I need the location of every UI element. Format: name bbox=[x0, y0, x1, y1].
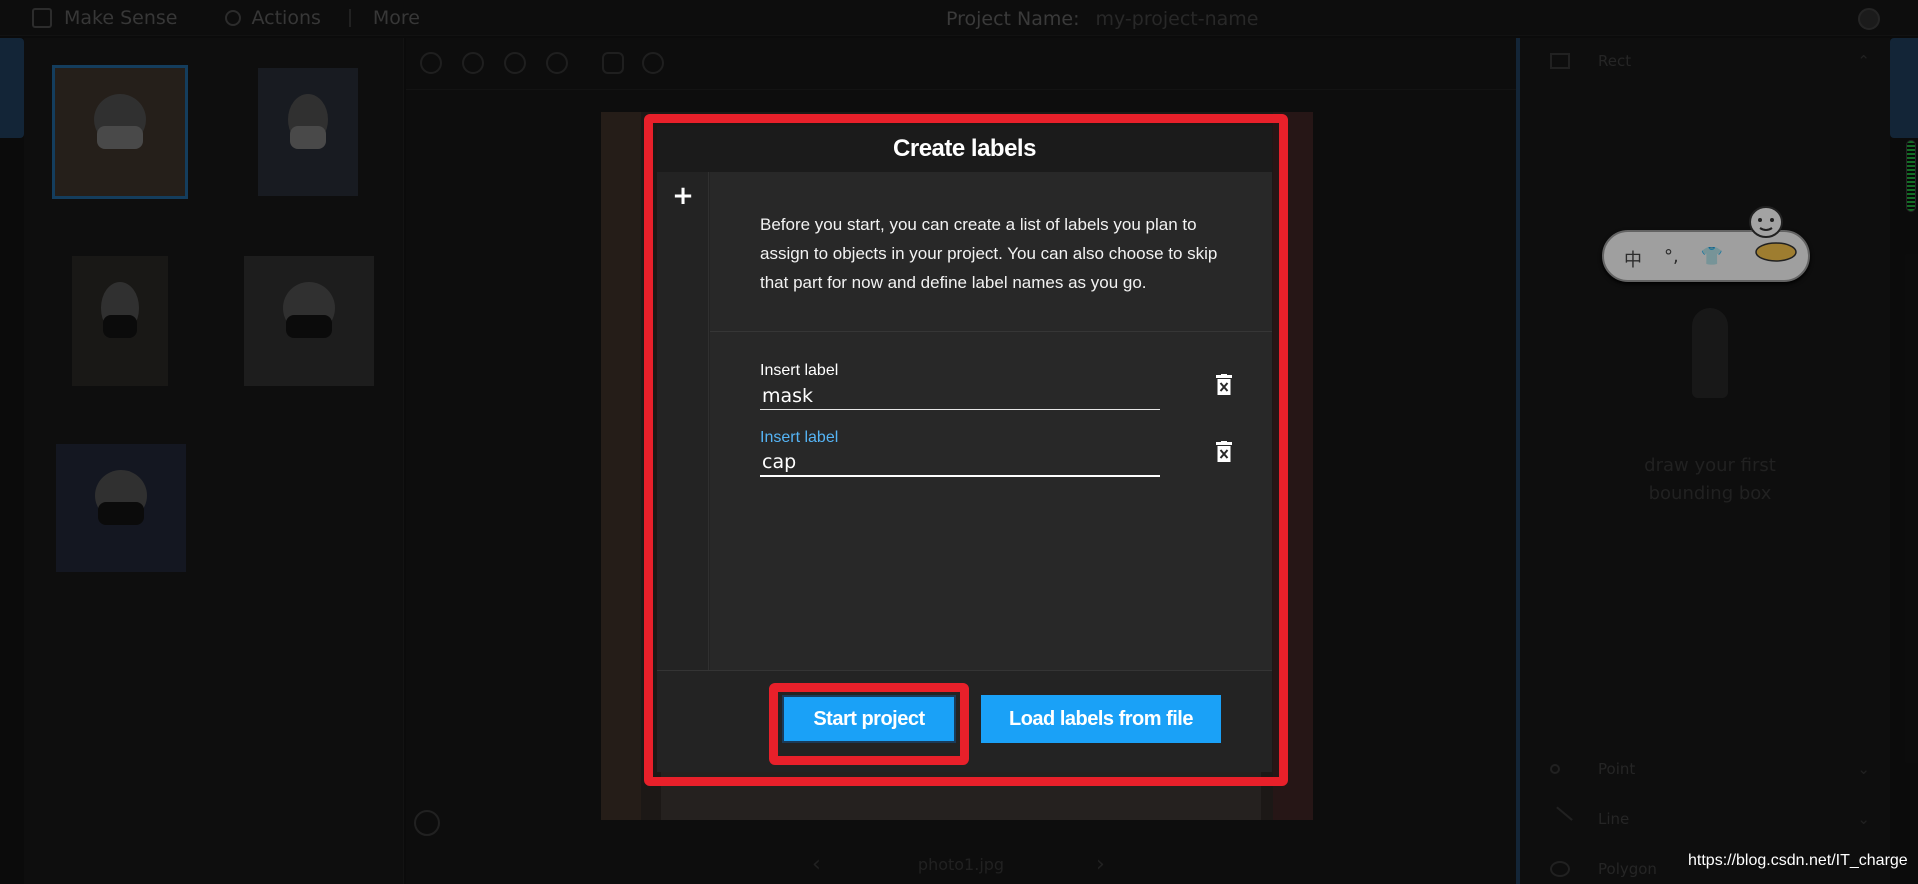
label-input[interactable] bbox=[760, 382, 1160, 410]
label-entry: Insert label bbox=[760, 429, 1233, 477]
watermark: https://blog.csdn.net/IT_charge bbox=[1688, 852, 1908, 869]
modal-content: Before you start, you can create a list … bbox=[710, 172, 1272, 670]
modal-intro-text: Before you start, you can create a list … bbox=[710, 172, 1272, 332]
create-labels-modal: Create labels + Before you start, you ca… bbox=[657, 126, 1272, 772]
label-input-caption: Insert label bbox=[760, 429, 839, 446]
modal-header: Create labels bbox=[657, 126, 1272, 172]
modal-side-column: + bbox=[657, 172, 709, 670]
modal-title: Create labels bbox=[893, 135, 1036, 162]
delete-label-icon[interactable] bbox=[1215, 441, 1233, 463]
label-input-caption: Insert label bbox=[760, 362, 839, 379]
label-entry: Insert label bbox=[760, 362, 1233, 410]
app-root: Make Sense Actions More Project Name: my… bbox=[0, 0, 1918, 884]
load-labels-button[interactable]: Load labels from file bbox=[981, 695, 1221, 743]
modal-footer: Start project Load labels from file bbox=[657, 670, 1272, 772]
add-label-icon[interactable]: + bbox=[669, 182, 697, 210]
delete-label-icon[interactable] bbox=[1215, 374, 1233, 396]
start-project-button[interactable]: Start project bbox=[782, 695, 956, 743]
label-input[interactable] bbox=[760, 449, 1160, 477]
